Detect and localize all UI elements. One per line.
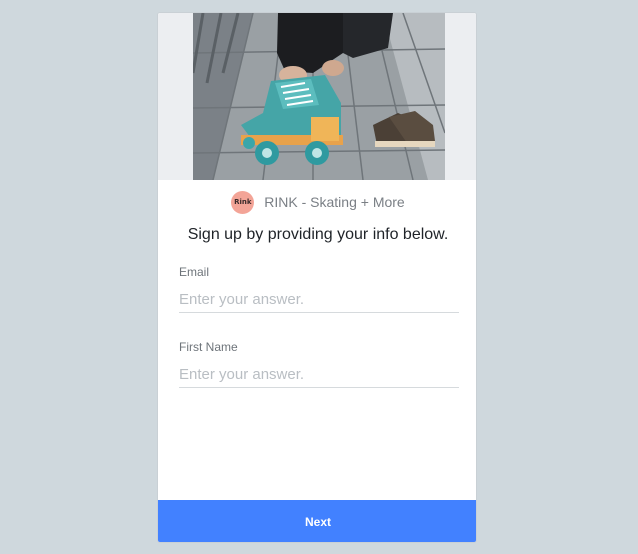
first-name-input[interactable] (179, 362, 459, 388)
brand-name: RINK - Skating + More (264, 194, 405, 210)
rink-logo: Rink (231, 190, 255, 214)
form-headline: Sign up by providing your info below. (187, 226, 449, 243)
first-name-field-group: First Name (179, 340, 459, 388)
next-button[interactable]: Next (158, 500, 476, 542)
email-field-group: Email (179, 265, 459, 313)
brand-header: Rink RINK - Skating + More (158, 190, 476, 214)
roller-skates-photo (193, 13, 445, 180)
signup-card: Rink RINK - Skating + More Sign up by pr… (157, 12, 477, 543)
logo-text: Rink (234, 198, 252, 206)
hero-image (158, 13, 476, 180)
first-name-label: First Name (179, 340, 238, 354)
email-input[interactable] (179, 287, 459, 313)
email-label: Email (179, 265, 210, 279)
